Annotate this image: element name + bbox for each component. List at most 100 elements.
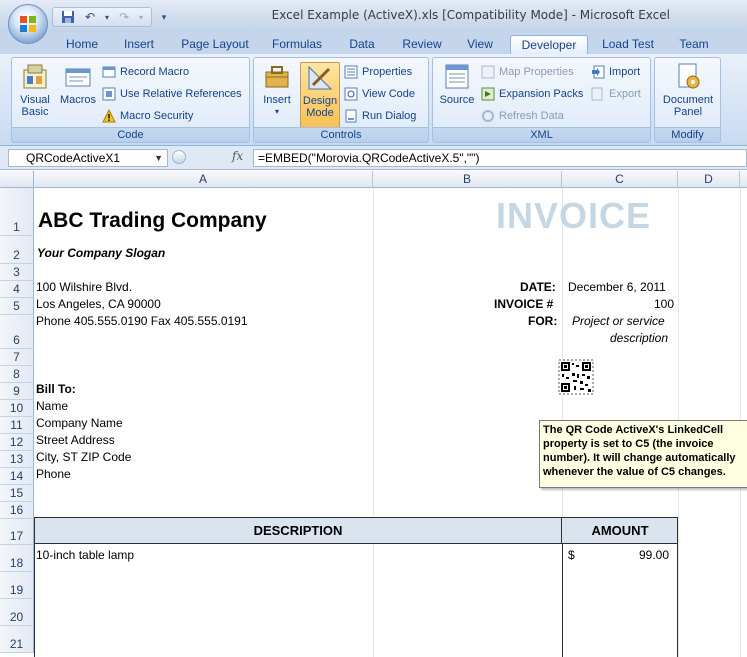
design-mode-button[interactable]: Design Mode bbox=[300, 62, 340, 128]
refresh-data-icon bbox=[482, 110, 494, 122]
column-header-d[interactable]: D bbox=[678, 171, 740, 188]
row-header-1[interactable]: 1 bbox=[0, 188, 34, 236]
row-header-9[interactable]: 9 bbox=[0, 383, 34, 400]
company-name[interactable]: ABC Trading Company bbox=[38, 209, 267, 233]
formula-bar: QRCodeActiveX1 ▼ fx =EMBED("Morovia.QRCo… bbox=[0, 146, 747, 170]
macros-button[interactable]: Macros bbox=[58, 62, 98, 106]
for-value-line-1[interactable]: Project or service bbox=[572, 314, 665, 328]
column-header-b[interactable]: B bbox=[373, 171, 562, 188]
row-header-13[interactable]: 13 bbox=[0, 451, 34, 468]
bill-name[interactable]: Name bbox=[36, 399, 68, 413]
worksheet[interactable]: A B C D 1 2 3 4 5 6 7 8 9 10 11 12 13 14… bbox=[0, 171, 747, 657]
item-amount[interactable]: 99.00 bbox=[639, 548, 669, 562]
address-line-2[interactable]: Los Angeles, CA 90000 bbox=[36, 297, 161, 311]
run-dialog-button[interactable]: Run Dialog bbox=[344, 107, 416, 125]
bill-to-label[interactable]: Bill To: bbox=[36, 382, 76, 396]
row-header-15[interactable]: 15 bbox=[0, 485, 34, 502]
address-line-1[interactable]: 100 Wilshire Blvd. bbox=[36, 280, 132, 294]
row-header-19[interactable]: 19 bbox=[0, 572, 34, 599]
bill-city[interactable]: City, ST ZIP Code bbox=[36, 450, 131, 464]
expand-icon[interactable] bbox=[172, 150, 186, 164]
row-header-5[interactable]: 5 bbox=[0, 298, 34, 315]
insert-function-icon[interactable]: fx bbox=[232, 149, 243, 163]
view-code-button[interactable]: View Code bbox=[344, 85, 415, 103]
row-header-4[interactable]: 4 bbox=[0, 281, 34, 298]
properties-label: Properties bbox=[362, 66, 413, 78]
row-header-17[interactable]: 17 bbox=[0, 519, 34, 545]
row-header-2[interactable]: 2 bbox=[0, 236, 34, 264]
relative-references-button[interactable]: Use Relative References bbox=[102, 85, 242, 103]
modify-group-label: Modify bbox=[655, 127, 720, 142]
invoice-title[interactable]: INVOICE bbox=[496, 195, 651, 237]
tab-load-test[interactable]: Load Test bbox=[596, 35, 660, 54]
row-header-3[interactable]: 3 bbox=[0, 264, 34, 281]
insert-control-button[interactable]: Insert ▾ bbox=[257, 62, 297, 118]
column-header-c[interactable]: C bbox=[562, 171, 678, 188]
map-properties-label: Map Properties bbox=[499, 66, 574, 78]
office-button[interactable] bbox=[8, 4, 48, 44]
row-header-7[interactable]: 7 bbox=[0, 349, 34, 366]
for-value-line-2[interactable]: description bbox=[610, 331, 668, 345]
macro-security-button[interactable]: Macro Security bbox=[102, 107, 193, 125]
macros-icon bbox=[65, 68, 91, 87]
date-value[interactable]: December 6, 2011 bbox=[568, 280, 666, 294]
design-mode-label: Design Mode bbox=[302, 95, 338, 119]
tab-view[interactable]: View bbox=[458, 35, 502, 54]
description-header[interactable]: DESCRIPTION bbox=[35, 518, 562, 543]
name-box-dropdown-icon[interactable]: ▼ bbox=[154, 150, 163, 166]
properties-icon bbox=[344, 65, 358, 79]
row-header-18[interactable]: 18 bbox=[0, 545, 34, 572]
bill-phone[interactable]: Phone bbox=[36, 467, 71, 481]
tab-review[interactable]: Review bbox=[396, 35, 448, 54]
invoice-number-value[interactable]: 100 bbox=[654, 297, 674, 311]
item-currency[interactable]: $ bbox=[568, 548, 575, 562]
record-macro-label: Record Macro bbox=[120, 66, 190, 78]
bill-company[interactable]: Company Name bbox=[36, 416, 123, 430]
invoice-number-label[interactable]: INVOICE # bbox=[494, 297, 553, 311]
properties-button[interactable]: Properties bbox=[344, 63, 412, 81]
row-header-20[interactable]: 20 bbox=[0, 599, 34, 626]
select-all-corner[interactable] bbox=[0, 171, 34, 188]
row-header-16[interactable]: 16 bbox=[0, 502, 34, 519]
visual-basic-button[interactable]: Visual Basic bbox=[15, 62, 55, 118]
tab-team[interactable]: Team bbox=[672, 35, 716, 54]
row-header-14[interactable]: 14 bbox=[0, 468, 34, 485]
insert-control-label: Insert bbox=[263, 94, 291, 106]
company-slogan[interactable]: Your Company Slogan bbox=[37, 246, 165, 260]
export-button[interactable]: Export bbox=[591, 85, 641, 103]
column-header-a[interactable]: A bbox=[34, 171, 373, 188]
document-panel-button[interactable]: Document Panel bbox=[659, 62, 717, 118]
expansion-packs-button[interactable]: Expansion Packs bbox=[481, 85, 583, 103]
comment-note[interactable]: The QR Code ActiveX's LinkedCell propert… bbox=[539, 420, 747, 488]
row-header-6[interactable]: 6 bbox=[0, 315, 34, 349]
for-label[interactable]: FOR: bbox=[528, 314, 557, 328]
row-header-10[interactable]: 10 bbox=[0, 400, 34, 417]
bill-street[interactable]: Street Address bbox=[36, 433, 115, 447]
row-header-11[interactable]: 11 bbox=[0, 417, 34, 434]
record-macro-button[interactable]: Record Macro bbox=[102, 63, 189, 81]
formula-input[interactable]: =EMBED("Morovia.QRCodeActiveX.5","") bbox=[253, 149, 747, 167]
phone-fax-line[interactable]: Phone 405.555.0190 Fax 405.555.0191 bbox=[36, 314, 248, 328]
qr-code-activex-control[interactable] bbox=[558, 359, 594, 395]
date-label[interactable]: DATE: bbox=[520, 280, 556, 294]
map-properties-button[interactable]: Map Properties bbox=[481, 63, 574, 81]
source-button[interactable]: Source bbox=[437, 62, 477, 106]
tab-insert[interactable]: Insert bbox=[115, 35, 163, 54]
tab-home[interactable]: Home bbox=[58, 35, 106, 54]
modify-group: Document Panel Modify bbox=[654, 57, 721, 143]
row-header-12[interactable]: 12 bbox=[0, 434, 34, 451]
tab-formulas[interactable]: Formulas bbox=[264, 35, 330, 54]
amount-header[interactable]: AMOUNT bbox=[563, 518, 677, 543]
tab-developer[interactable]: Developer bbox=[510, 35, 588, 54]
tab-data[interactable]: Data bbox=[340, 35, 384, 54]
refresh-data-button[interactable]: Refresh Data bbox=[481, 107, 564, 125]
name-box[interactable]: QRCodeActiveX1 ▼ bbox=[8, 149, 168, 167]
item-description[interactable]: 10-inch table lamp bbox=[36, 548, 134, 562]
visual-basic-icon bbox=[23, 64, 47, 89]
import-button[interactable]: Import bbox=[591, 63, 640, 81]
row-header-8[interactable]: 8 bbox=[0, 366, 34, 383]
relative-references-label: Use Relative References bbox=[120, 88, 242, 100]
import-icon bbox=[592, 65, 605, 79]
tab-page-layout[interactable]: Page Layout bbox=[176, 35, 254, 54]
row-header-21[interactable]: 21 bbox=[0, 626, 34, 653]
